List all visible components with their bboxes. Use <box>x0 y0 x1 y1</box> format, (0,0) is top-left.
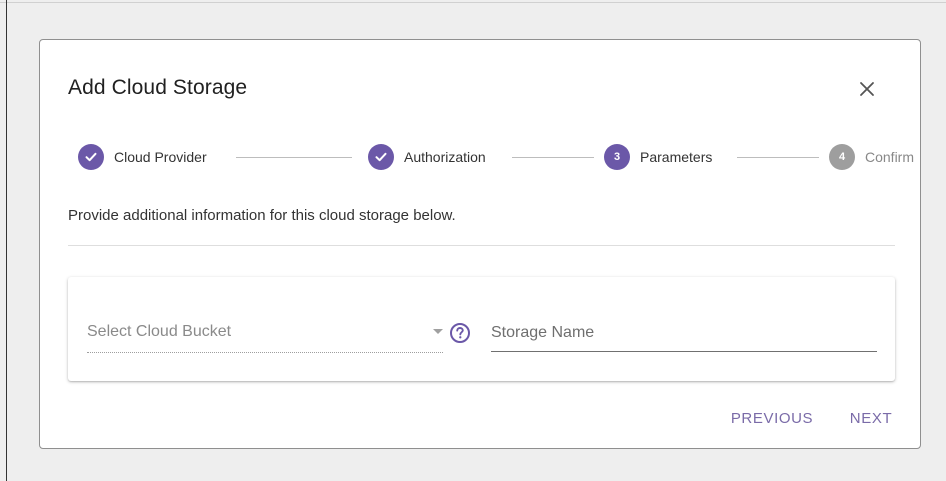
help-button[interactable] <box>449 322 471 344</box>
step-authorization: Authorization <box>368 143 486 171</box>
cloud-bucket-select-placeholder: Select Cloud Bucket <box>87 323 232 340</box>
step-confirm: 4 Confirm <box>829 143 914 171</box>
help-circle-icon <box>450 323 470 343</box>
dropdown-arrow-icon <box>433 329 443 334</box>
window-top-edge <box>0 2 946 3</box>
stepper: Cloud Provider Authorization 3 Parameter… <box>78 143 914 171</box>
close-button[interactable] <box>850 72 884 106</box>
check-icon <box>368 144 394 170</box>
check-icon <box>78 144 104 170</box>
cloud-bucket-select[interactable]: Select Cloud Bucket <box>87 314 443 354</box>
step-parameters: 3 Parameters <box>604 143 712 171</box>
storage-name-input[interactable] <box>491 314 877 351</box>
step-number: 4 <box>829 144 855 170</box>
step-label: Cloud Provider <box>114 149 207 165</box>
add-cloud-storage-dialog: Add Cloud Storage Cloud Provider Authori… <box>39 39 921 449</box>
input-underline <box>491 351 877 352</box>
select-underline <box>87 352 443 353</box>
step-connector <box>737 157 819 158</box>
window-left-edge <box>6 0 7 481</box>
step-label: Confirm <box>865 149 915 165</box>
parameters-card: Select Cloud Bucket <box>68 277 895 381</box>
step-cloud-provider: Cloud Provider <box>78 143 207 171</box>
step-connector <box>512 157 594 158</box>
dialog-title: Add Cloud Storage <box>68 76 248 99</box>
instructions-text: Provide additional information for this … <box>68 207 456 224</box>
next-button[interactable]: NEXT <box>840 400 902 436</box>
divider <box>68 245 895 246</box>
close-icon <box>860 82 874 96</box>
step-label: Parameters <box>640 149 713 165</box>
storage-name-field <box>491 314 877 354</box>
previous-button[interactable]: PREVIOUS <box>721 400 823 436</box>
step-label: Authorization <box>404 149 486 165</box>
step-number: 3 <box>604 144 630 170</box>
step-connector <box>236 157 352 158</box>
